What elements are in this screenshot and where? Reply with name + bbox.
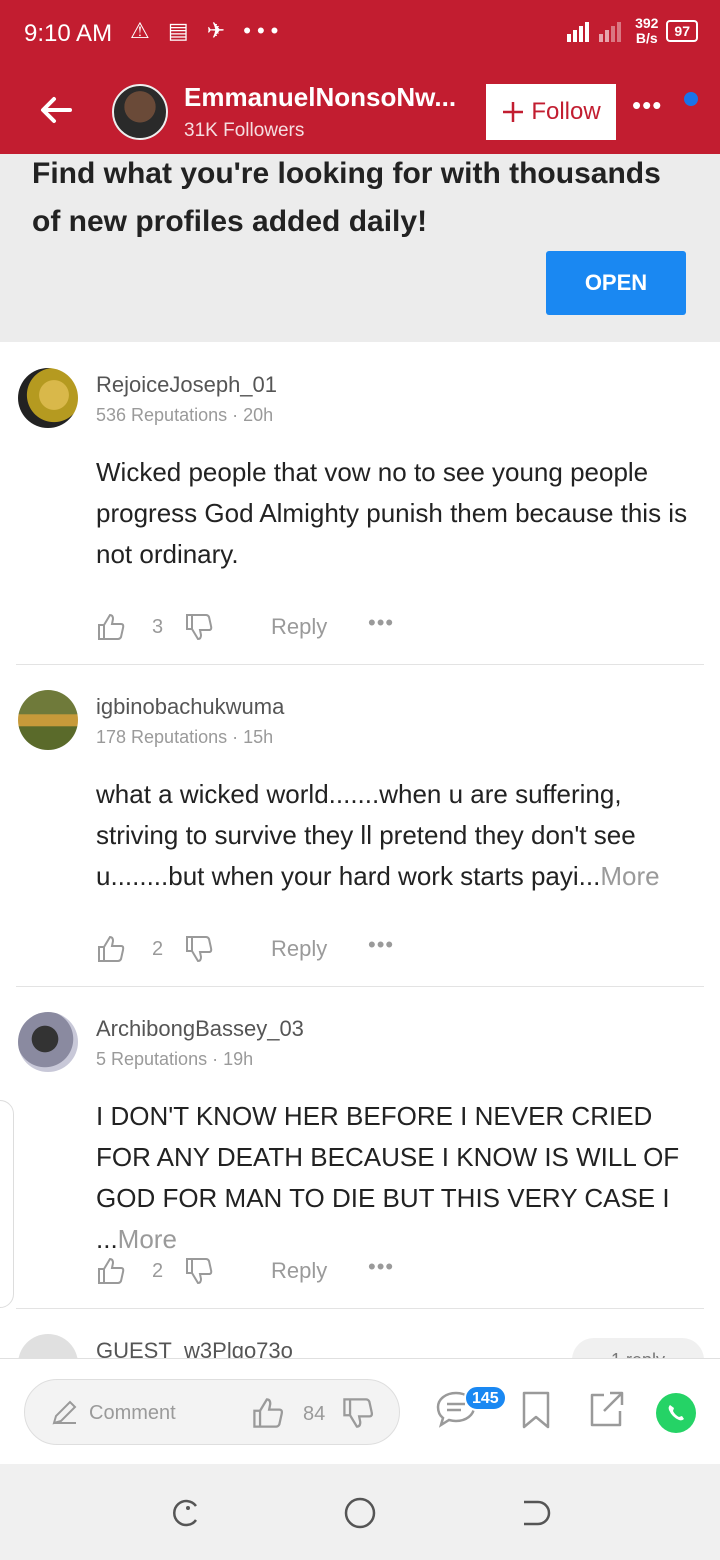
more-link[interactable]: More xyxy=(600,861,659,891)
thumbs-up-icon[interactable] xyxy=(96,934,126,964)
comment-item: GUEST_w3Plgo73o 1 reply xyxy=(0,1308,720,1358)
comment-username[interactable]: GUEST_w3Plgo73o xyxy=(96,1338,293,1358)
battery-indicator: 97 xyxy=(666,20,698,42)
more-link[interactable]: More xyxy=(118,1224,177,1254)
comment-avatar[interactable] xyxy=(18,1012,78,1072)
ad-open-button[interactable]: OPEN xyxy=(546,251,686,315)
header-more-button[interactable]: ••• xyxy=(632,90,662,121)
status-time: 9:10 AM xyxy=(24,20,113,47)
status-bar: 9:10 AM ⚠ ▤ ✈ ••• 392 B/s 97 xyxy=(0,0,720,72)
reply-button[interactable]: Reply xyxy=(271,614,327,640)
article-like-count: 84 xyxy=(303,1403,326,1425)
comment-actions: 2 Reply ••• xyxy=(96,930,416,970)
notification-dot xyxy=(684,92,698,106)
comment-text: I DON'T KNOW HER BEFORE I NEVER CRIED FO… xyxy=(96,1101,680,1254)
share-icon[interactable] xyxy=(584,1387,628,1431)
pencil-icon xyxy=(52,1400,77,1425)
plus-icon xyxy=(503,102,524,122)
comment-placeholder: Comment xyxy=(89,1402,176,1424)
comment-text: Wicked people that vow no to see young p… xyxy=(96,457,688,569)
reply-button[interactable]: Reply xyxy=(271,936,327,962)
ad-text: Find what you're looking for with thousa… xyxy=(32,157,661,238)
recents-icon[interactable] xyxy=(168,1496,202,1530)
reply-button[interactable]: Reply xyxy=(271,1258,327,1284)
comment-item: ArchibongBassey_03 5 Reputations · 19h I… xyxy=(0,986,720,1308)
comment-box[interactable]: Comment 84 xyxy=(24,1379,400,1445)
bottom-toolbar: Comment 84 145 xyxy=(0,1358,720,1464)
comment-meta: 5 Reputations · 19h xyxy=(96,1049,254,1069)
comment-meta: 178 Reputations · 15h xyxy=(96,727,274,747)
thumbs-up-icon[interactable] xyxy=(251,1396,285,1430)
like-count: 2 xyxy=(152,938,164,960)
comment-item: RejoiceJoseph_01 536 Reputations · 20h W… xyxy=(0,342,720,664)
home-icon[interactable] xyxy=(343,1496,377,1530)
comment-username[interactable]: RejoiceJoseph_01 xyxy=(96,372,277,398)
comment-avatar[interactable] xyxy=(18,368,78,428)
comment-actions: 2 Reply ••• xyxy=(96,1252,416,1292)
system-nav-bar xyxy=(0,1464,720,1560)
author-avatar[interactable] xyxy=(112,84,168,140)
thumbs-up-icon[interactable] xyxy=(96,1256,126,1286)
comment-more-button[interactable]: ••• xyxy=(368,932,394,958)
thumbs-up-icon[interactable] xyxy=(96,612,126,642)
comment-username[interactable]: ArchibongBassey_03 xyxy=(96,1016,304,1042)
thumbs-down-icon[interactable] xyxy=(341,1396,375,1430)
like-count: 2 xyxy=(152,1260,164,1282)
thumbs-down-icon[interactable] xyxy=(184,1256,214,1286)
like-count: 3 xyxy=(152,616,164,638)
comment-username[interactable]: igbinobachukwuma xyxy=(96,694,284,720)
comment-avatar[interactable] xyxy=(18,1334,78,1358)
ad-banner: Find what you're looking for with thousa… xyxy=(0,154,720,342)
bookmark-icon[interactable] xyxy=(514,1387,558,1431)
author-name[interactable]: EmmanuelNonsoNw... xyxy=(184,82,474,113)
reply-count-pill[interactable]: 1 reply xyxy=(572,1338,704,1358)
article-header: EmmanuelNonsoNw... 31K Followers Follow … xyxy=(0,72,720,154)
network-speed: 392 B/s xyxy=(635,15,659,46)
comment-count-badge: 145 xyxy=(464,1385,507,1411)
back-nav-icon[interactable] xyxy=(518,1496,552,1530)
author-followers: 31K Followers xyxy=(184,120,305,141)
signal-icon xyxy=(567,22,622,42)
whatsapp-phone-icon xyxy=(668,1405,684,1421)
comment-item: igbinobachukwuma 178 Reputations · 15h w… xyxy=(0,664,720,986)
side-panel-handle[interactable] xyxy=(0,1100,14,1308)
comment-avatar[interactable] xyxy=(18,690,78,750)
thumbs-down-icon[interactable] xyxy=(184,612,214,642)
whatsapp-icon[interactable] xyxy=(656,1393,696,1433)
comment-more-button[interactable]: ••• xyxy=(368,610,394,636)
comment-more-button[interactable]: ••• xyxy=(368,1254,394,1280)
comment-meta: 536 Reputations · 20h xyxy=(96,405,274,425)
follow-button[interactable]: Follow xyxy=(486,84,616,140)
thumbs-down-icon[interactable] xyxy=(184,934,214,964)
notification-icons: ⚠ ▤ ✈ ••• xyxy=(130,18,285,43)
comment-text: what a wicked world.......when u are suf… xyxy=(96,779,660,891)
status-right: 392 B/s 97 xyxy=(565,16,698,46)
back-arrow-icon[interactable] xyxy=(36,90,76,130)
comment-actions: 3 Reply ••• xyxy=(96,608,416,648)
